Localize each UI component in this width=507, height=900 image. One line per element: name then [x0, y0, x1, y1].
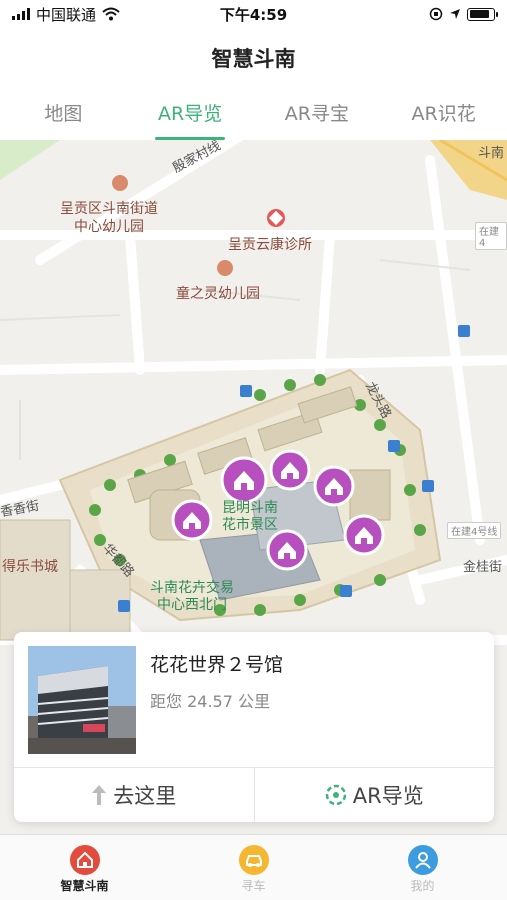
status-bar: 中国联通 下午4:59: [0, 0, 507, 28]
battery-icon: [467, 7, 498, 21]
wifi-icon: [102, 7, 120, 21]
arrow-up-icon: [92, 785, 107, 805]
nav-profile[interactable]: 我的: [338, 835, 507, 900]
home-icon: [69, 845, 100, 875]
ar-icon: [325, 784, 347, 806]
go-here-button[interactable]: 去这里: [14, 768, 254, 822]
nav-find-car[interactable]: 寻车: [169, 835, 338, 900]
poi-info-card: 花花世界２号馆 距您 24.57 公里 去这里 AR导览: [14, 632, 494, 822]
construction-tag: 在建4: [475, 222, 507, 250]
tab-map[interactable]: 地图: [0, 88, 127, 140]
tab-bar: 地图 AR导览 AR寻宝 AR识花: [0, 88, 507, 140]
bottom-nav: 智慧斗南 寻车 我的: [0, 834, 507, 900]
location-arrow-icon: [450, 9, 460, 19]
tab-ar-guide[interactable]: AR导览: [127, 88, 254, 140]
page-title: 智慧斗南: [211, 47, 296, 71]
rotation-lock-icon: [429, 7, 443, 21]
poi-clinic[interactable]: 呈贡云康诊所: [228, 236, 312, 254]
signal-icon: [12, 8, 30, 20]
nav-home[interactable]: 智慧斗南: [0, 835, 169, 900]
poi-kindergarten-1[interactable]: 呈贡区斗南街道 中心幼儿园: [60, 200, 158, 236]
venue-name: 花花世界２号馆: [150, 654, 284, 676]
poi-bookstore[interactable]: 得乐书城: [2, 558, 58, 576]
tab-ar-treasure[interactable]: AR寻宝: [254, 88, 381, 140]
nav-find-car-label: 寻车: [241, 879, 266, 893]
user-icon: [407, 845, 438, 875]
construction-tag: 在建4号线: [447, 522, 502, 539]
venue-photo: [28, 646, 136, 754]
carrier-label: 中国联通: [36, 5, 97, 24]
scenic-area-label: 昆明斗南 花市景区: [222, 500, 278, 533]
nav-profile-label: 我的: [410, 879, 435, 893]
venue-distance: 距您 24.57 公里: [150, 692, 270, 711]
market-gate-label: 斗南花卉交易 中心西北门: [150, 580, 234, 613]
street-jingui: 金桂街: [463, 560, 503, 575]
tab-ar-flower[interactable]: AR识花: [380, 88, 507, 140]
street-doun: 斗南: [478, 146, 505, 161]
nav-home-label: 智慧斗南: [60, 879, 109, 893]
ar-guide-button[interactable]: AR导览: [253, 768, 495, 822]
car-icon: [238, 845, 269, 875]
poi-kindergarten-2[interactable]: 童之灵幼儿园: [176, 285, 260, 303]
